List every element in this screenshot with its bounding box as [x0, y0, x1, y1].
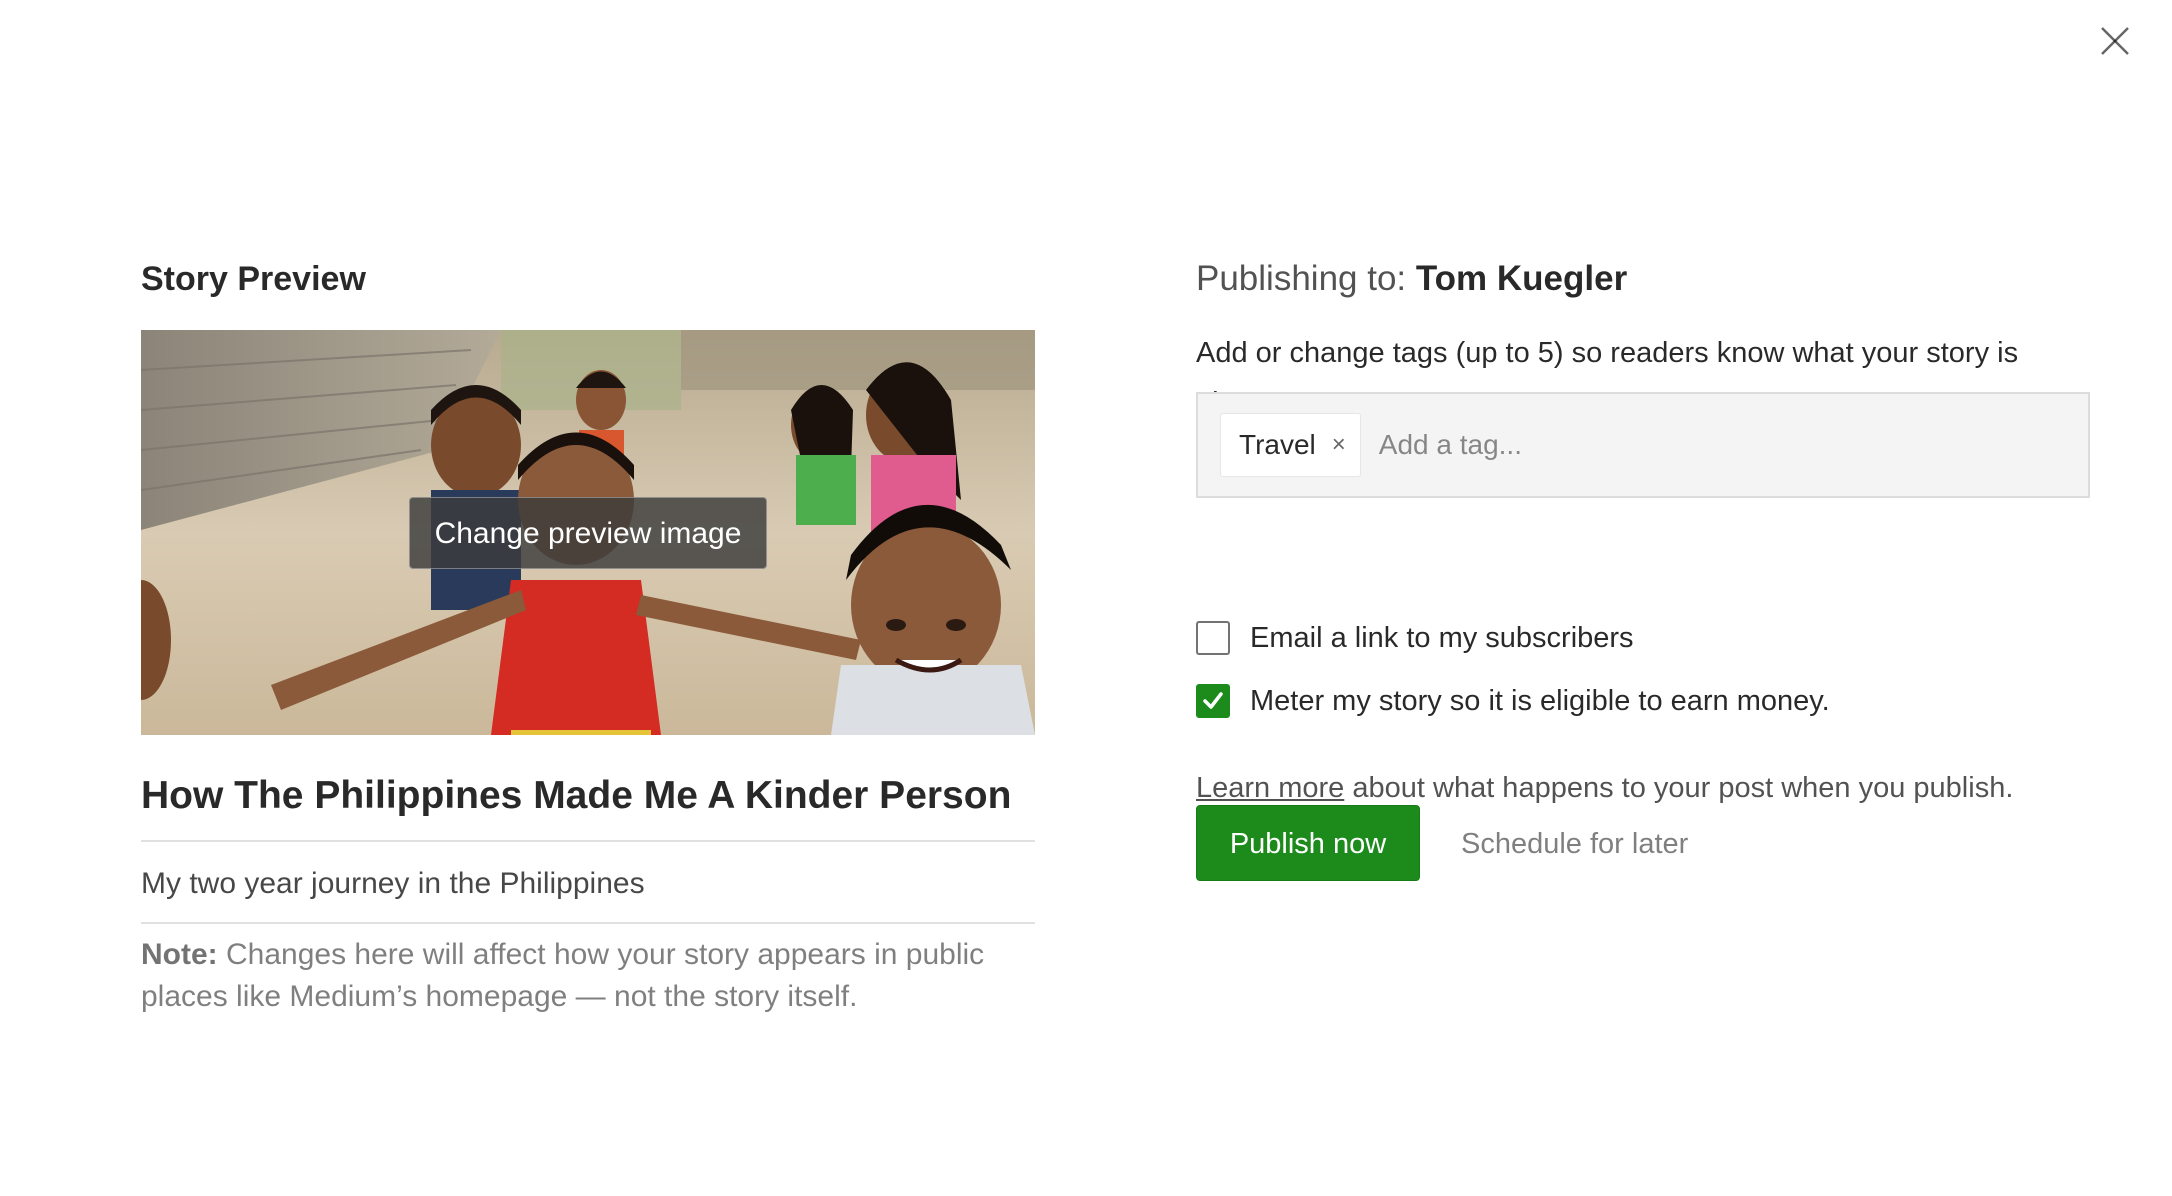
author-name: Tom Kuegler [1415, 259, 1628, 298]
publishing-to-label: Publishing to: [1196, 259, 1407, 298]
remove-tag-icon[interactable]: × [1332, 431, 1346, 459]
learn-more-text: Learn more about what happens to your po… [1196, 768, 2013, 808]
checkmark-icon [1203, 692, 1223, 709]
close-icon[interactable] [2092, 18, 2138, 64]
change-preview-image-button[interactable]: Change preview image [409, 497, 767, 569]
schedule-for-later-link[interactable]: Schedule for later [1461, 824, 1688, 864]
email-subscribers-checkbox[interactable] [1196, 621, 1230, 655]
learn-more-link[interactable]: Learn more [1196, 772, 1344, 804]
meter-story-checkbox[interactable] [1196, 684, 1230, 718]
story-preview-heading: Story Preview [141, 260, 366, 298]
story-subtitle-field[interactable]: My two year journey in the Philippines [141, 844, 1035, 924]
tag-chip: Travel × [1220, 413, 1361, 477]
add-tag-input[interactable] [1376, 428, 1781, 462]
preview-note: Note: Changes here will affect how your … [141, 934, 1035, 1018]
story-preview-panel: Story Preview Change preview image How T… [141, 250, 1035, 1013]
tag-chip-label: Travel [1239, 429, 1316, 460]
note-prefix: Note: [141, 938, 218, 971]
email-subscribers-label[interactable]: Email a link to my subscribers [1250, 622, 1634, 655]
learn-more-description: about what happens to your post when you… [1344, 772, 2014, 804]
preview-image: Change preview image [141, 330, 1035, 735]
meter-story-option[interactable]: Meter my story so it is eligible to earn… [1196, 681, 1830, 721]
story-title-field[interactable]: How The Philippines Made Me A Kinder Per… [141, 762, 1035, 842]
tag-editor[interactable]: Travel × [1196, 392, 2090, 498]
email-subscribers-option[interactable]: Email a link to my subscribers [1196, 618, 1634, 658]
meter-story-label[interactable]: Meter my story so it is eligible to earn… [1250, 685, 1830, 718]
publishing-to-heading: Publishing to: Tom Kuegler [1196, 250, 2096, 308]
publish-now-button[interactable]: Publish now [1196, 805, 1420, 881]
publish-dialog: Story Preview Change preview image How T… [0, 0, 2172, 1196]
note-text: Changes here will affect how your story … [141, 938, 985, 1013]
publish-settings-panel: Publishing to: Tom Kuegler Add or change… [1196, 250, 2096, 881]
